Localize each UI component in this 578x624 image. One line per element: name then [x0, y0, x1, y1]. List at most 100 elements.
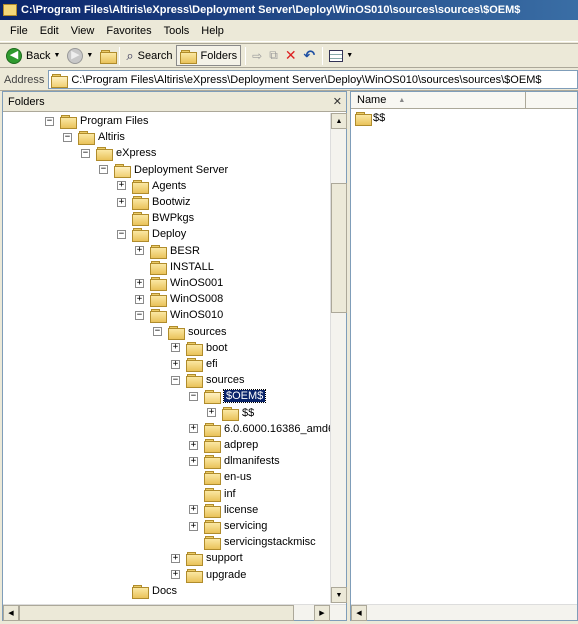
contents-horizontal-scrollbar[interactable]: ◀	[351, 604, 577, 621]
forward-button[interactable]: ▶ ▼	[64, 45, 96, 67]
expand-icon[interactable]: +	[171, 343, 180, 353]
expand-icon[interactable]: +	[189, 440, 198, 450]
tree-item-label: BESR	[170, 244, 200, 257]
collapse-icon[interactable]: −	[45, 116, 54, 126]
expand-icon[interactable]: +	[135, 278, 144, 288]
expand-icon[interactable]: +	[171, 553, 180, 563]
expand-icon[interactable]: +	[207, 408, 216, 418]
folder-icon	[150, 260, 167, 275]
expand-icon[interactable]: +	[135, 246, 144, 256]
scroll-right-icon[interactable]: ▶	[314, 605, 330, 621]
expand-icon[interactable]: +	[189, 521, 198, 531]
tree-item[interactable]: Docs	[117, 583, 177, 599]
expand-icon[interactable]: +	[171, 359, 180, 369]
tree-item-label: upgrade	[206, 568, 247, 581]
tree-item[interactable]: − sources	[153, 324, 227, 340]
tree-item[interactable]: en-us	[189, 469, 252, 486]
folder-icon	[186, 358, 203, 372]
tree-item[interactable]: + dlmanifests	[189, 453, 280, 470]
tree-item[interactable]: BWPkgs	[117, 210, 194, 227]
scroll-thumb[interactable]	[19, 605, 294, 621]
expand-icon[interactable]: +	[135, 294, 144, 304]
folder-icon	[204, 455, 221, 470]
tree-item[interactable]: + support	[171, 550, 243, 567]
name-column-header[interactable]: Name ▲	[351, 92, 577, 109]
folder-icon	[100, 49, 118, 64]
tree-item[interactable]: inf	[189, 486, 236, 502]
tree-item[interactable]: − sources	[171, 372, 245, 389]
copy-to-button[interactable]: ⧉	[266, 45, 281, 67]
menu-file[interactable]: File	[4, 25, 34, 37]
collapse-icon[interactable]: −	[63, 132, 72, 142]
collapse-icon[interactable]: −	[135, 310, 144, 320]
tree-item[interactable]: + upgrade	[171, 567, 246, 583]
close-pane-icon[interactable]: ✕	[333, 95, 342, 108]
collapse-icon[interactable]: −	[153, 327, 162, 337]
forward-dropdown-icon[interactable]: ▼	[86, 52, 93, 59]
undo-button[interactable]: ↶	[301, 45, 319, 67]
list-item[interactable]: $$	[355, 112, 385, 126]
expand-icon[interactable]: +	[117, 181, 126, 191]
tree-item[interactable]: + adprep	[189, 437, 258, 453]
tree-item[interactable]: − $OEM$	[189, 388, 267, 405]
tree-horizontal-scrollbar[interactable]: ◀ ▶	[3, 604, 346, 621]
tree-item[interactable]: − eXpress	[81, 145, 156, 162]
tree-item[interactable]: + $$	[207, 405, 254, 421]
scroll-left-icon[interactable]: ◀	[351, 605, 367, 621]
views-dropdown-icon[interactable]: ▼	[346, 52, 353, 59]
folder-icon	[204, 487, 221, 502]
collapse-icon[interactable]: −	[81, 148, 90, 158]
tree-vertical-scrollbar[interactable]: ▲ ▼	[330, 113, 347, 603]
expand-icon[interactable]: +	[189, 424, 198, 434]
tree-item[interactable]: servicingstackmisc	[189, 534, 316, 551]
tree-item[interactable]: − Program Files	[45, 113, 148, 129]
folder-icon	[132, 196, 149, 210]
expand-icon[interactable]: +	[117, 197, 126, 207]
folder-tree: − Program Files − Altiris − eXpress − Deploymen…	[3, 113, 333, 603]
move-to-button[interactable]: ⇨	[249, 45, 265, 67]
column-divider[interactable]	[525, 92, 526, 109]
tree-item[interactable]: INSTALL	[135, 259, 214, 275]
collapse-icon[interactable]: −	[99, 165, 108, 175]
tree-item[interactable]: + boot	[171, 340, 227, 356]
address-field[interactable]: C:\Program Files\Altiris\eXpress\Deploym…	[48, 70, 578, 89]
tree-item[interactable]: +6.0.6000.16386_amd6	[189, 421, 333, 437]
expand-icon[interactable]: +	[189, 456, 198, 466]
folders-button[interactable]: Folders	[176, 45, 242, 66]
collapse-icon[interactable]: −	[189, 391, 198, 401]
expand-icon[interactable]: +	[171, 570, 180, 580]
tree-item[interactable]: + WinOS008	[135, 291, 223, 308]
tree-item[interactable]: − Deploy	[117, 226, 187, 243]
tree-item[interactable]: + WinOS001	[135, 275, 223, 291]
tree-item[interactable]: − WinOS010	[135, 307, 223, 324]
collapse-icon[interactable]: −	[117, 229, 126, 239]
back-dropdown-icon[interactable]: ▼	[53, 52, 60, 59]
tree-item[interactable]: + Bootwiz	[117, 194, 191, 210]
tree-item[interactable]: − Deployment Server	[99, 162, 228, 178]
search-button[interactable]: ⌕ Search	[123, 45, 175, 67]
tree-item[interactable]: − Altiris	[63, 129, 125, 146]
scroll-down-icon[interactable]: ▼	[331, 587, 347, 603]
expand-icon[interactable]: +	[189, 505, 198, 515]
back-button[interactable]: ◀ Back ▼	[3, 45, 63, 67]
collapse-icon[interactable]: −	[171, 375, 180, 385]
scroll-thumb[interactable]	[331, 183, 347, 313]
scroll-up-icon[interactable]: ▲	[331, 113, 347, 129]
tree-item[interactable]: + license	[189, 502, 258, 518]
menu-favorites[interactable]: Favorites	[100, 25, 157, 37]
tree-item-label: adprep	[224, 439, 259, 451]
tree-item[interactable]: + servicing	[189, 518, 267, 534]
back-label: Back	[26, 49, 51, 62]
tree-item-label: Deploy	[152, 228, 187, 241]
views-button[interactable]: ▼	[326, 45, 356, 67]
tree-item[interactable]: + Agents	[117, 178, 186, 194]
tree-item[interactable]: + BESR	[135, 243, 200, 259]
scroll-left-icon[interactable]: ◀	[3, 605, 19, 621]
delete-button[interactable]: ✕	[282, 45, 300, 67]
up-folder-button[interactable]: ↑	[97, 45, 118, 67]
tree-item[interactable]: + efi	[171, 356, 218, 372]
menu-help[interactable]: Help	[195, 25, 230, 37]
menu-view[interactable]: View	[65, 25, 101, 37]
menu-edit[interactable]: Edit	[34, 25, 65, 37]
menu-tools[interactable]: Tools	[158, 25, 196, 37]
